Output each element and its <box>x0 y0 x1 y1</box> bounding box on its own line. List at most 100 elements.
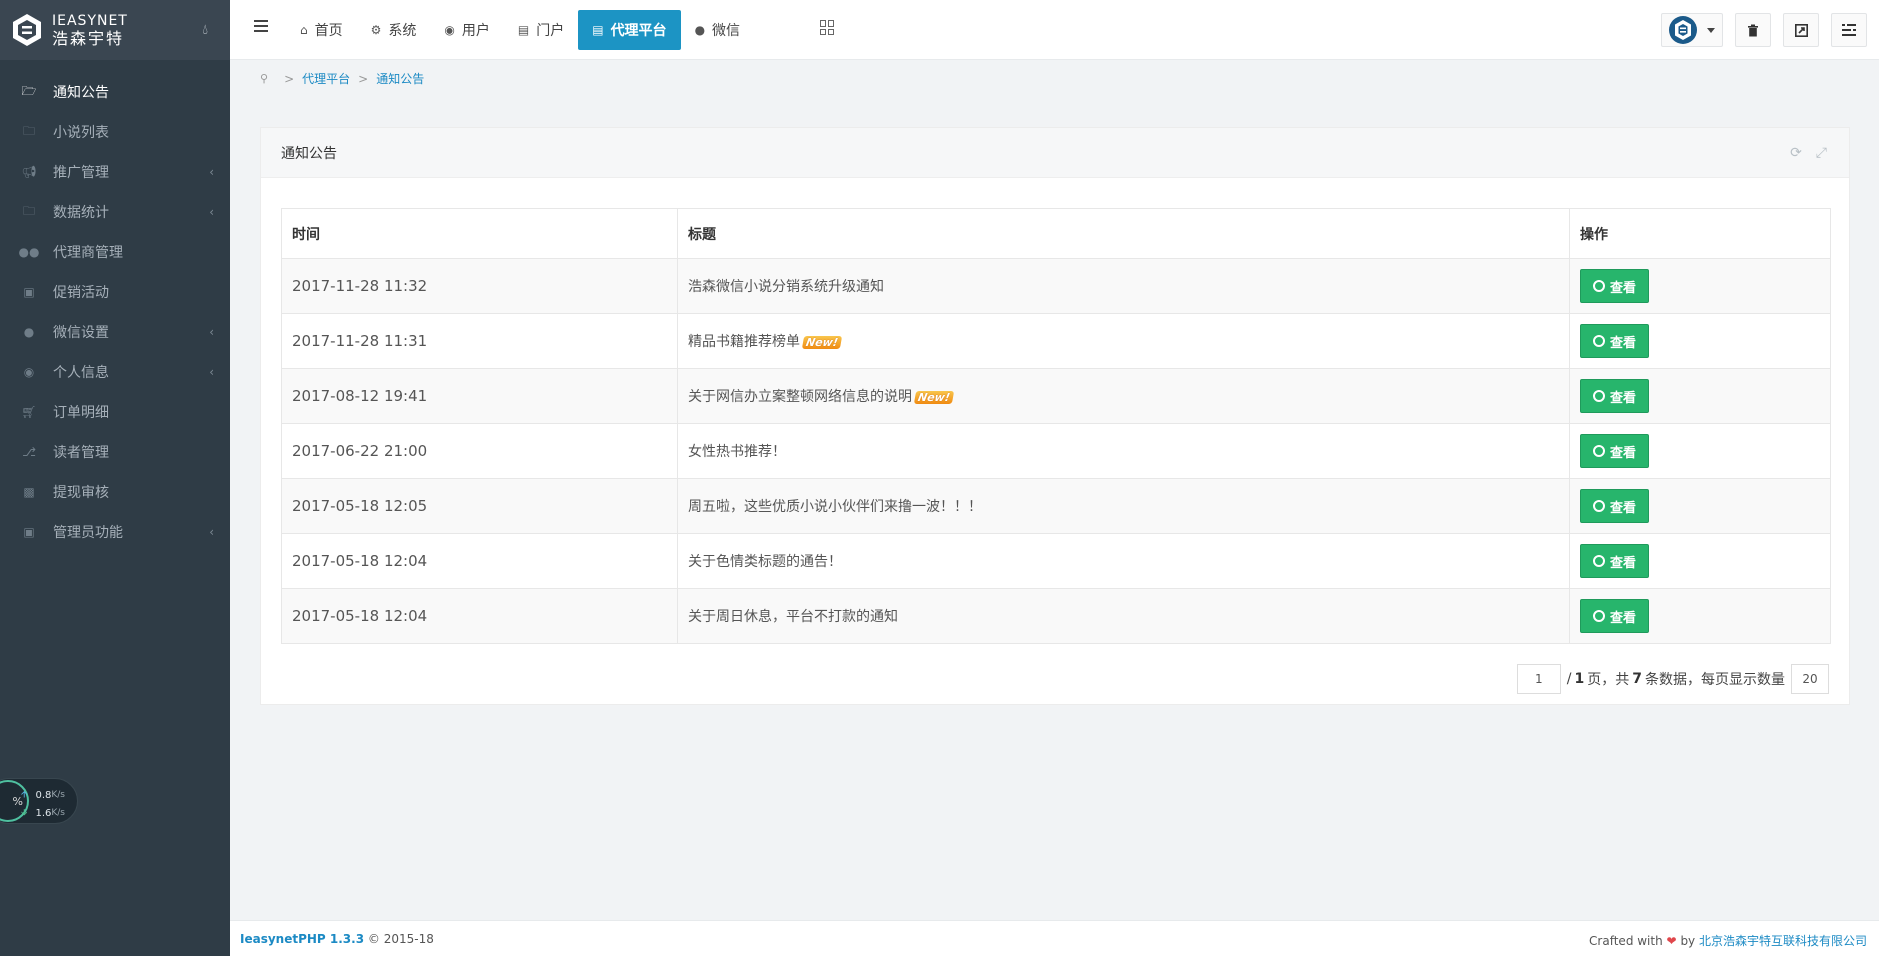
gear-icon: ⚙ <box>370 23 382 37</box>
check-circle-icon <box>1593 280 1605 292</box>
topnav-item-4[interactable]: ▤ 代理平台 <box>578 10 681 50</box>
topnav-item-1[interactable]: ⚙ 系统 <box>357 10 431 50</box>
open-site-button[interactable] <box>1783 13 1819 47</box>
topnav-item-label: 用户 <box>461 23 490 39</box>
notice-actions: 查看 <box>1569 478 1831 534</box>
sidebar-item-8[interactable]: 🛒︎ 订单明细 <box>0 392 230 432</box>
wechat-icon: ● <box>694 23 706 37</box>
notice-actions: 查看 <box>1569 258 1831 314</box>
breadcrumb-item-notices[interactable]: 通知公告 <box>376 70 424 87</box>
panel-header: 通知公告 ⟳ ⤢ <box>261 128 1849 178</box>
sidebar-item-1[interactable]: 🗀︎ 小说列表 <box>0 112 230 152</box>
refresh-icon[interactable]: ⟳ <box>1790 145 1802 161</box>
apps-grid-icon[interactable] <box>820 20 835 35</box>
sidebar-item-9[interactable]: ⎇ 读者管理 <box>0 432 230 472</box>
home-icon: ⌂ <box>300 23 308 37</box>
sidebar-item-label: 读者管理 <box>53 445 109 461</box>
toolbar-right <box>1649 13 1867 47</box>
sidebar-item-4[interactable]: ●● 代理商管理 <box>0 232 230 272</box>
view-button-label: 查看 <box>1610 500 1637 516</box>
topnav-item-label: 首页 <box>314 23 343 39</box>
brand[interactable]: IEASYNET 浩森宇特 💧︎ <box>0 0 230 60</box>
notice-actions: 查看 <box>1569 533 1831 589</box>
chevron-down-icon <box>1707 27 1715 33</box>
sidebar: IEASYNET 浩森宇特 💧︎ 🗁︎ 通知公告 🗀︎ 小说列表 📢︎ 推广管理 ‹ 🗀︎ 数据… <box>0 0 230 956</box>
topnav-item-2[interactable]: ◉ 用户 <box>430 10 503 50</box>
notice-actions: 查看 <box>1569 313 1831 369</box>
cart-icon: 🛒︎ <box>21 405 37 419</box>
topnav-item-0[interactable]: ⌂ 首页 <box>286 10 357 50</box>
table-header-row: 时间 标题 操作 <box>281 208 1831 259</box>
view-button[interactable]: 查看 <box>1580 269 1650 303</box>
pager-total-records: 7 <box>1632 671 1642 687</box>
brand-name-en: IEASYNET <box>52 13 128 29</box>
topnav-item-3[interactable]: ▤ 门户 <box>504 10 578 50</box>
breadcrumb-item-agent-platform[interactable]: 代理平台 <box>302 70 350 87</box>
chevron-left-icon: ‹ <box>209 205 214 219</box>
view-button[interactable]: 查看 <box>1580 489 1650 523</box>
bullhorn-icon: 📢︎ <box>21 165 37 179</box>
map-marker-icon[interactable]: ⚲ <box>260 72 268 85</box>
money-icon: ▩ <box>23 485 35 499</box>
gift-icon: ▣ <box>23 285 35 299</box>
sidebar-item-label: 推广管理 <box>53 165 109 181</box>
sidebar-item-6[interactable]: ● 微信设置 ‹ <box>0 312 230 352</box>
sidebar-item-5[interactable]: ▣ 促销活动 <box>0 272 230 312</box>
sidebar-item-10[interactable]: ▩ 提现审核 <box>0 472 230 512</box>
sidebar-item-label: 小说列表 <box>53 125 109 141</box>
sidebar-item-label: 促销活动 <box>53 285 109 301</box>
page-number-input[interactable]: 1 <box>1516 664 1561 694</box>
network-monitor[interactable]: % 🡩 0.8 K/s 🡫 1.6 K/s <box>0 778 78 824</box>
topnav-item-5[interactable]: ● 微信 <box>681 10 754 50</box>
view-button-label: 查看 <box>1610 445 1637 461</box>
sidebar-item-7[interactable]: ◉ 个人信息 ‹ <box>0 352 230 392</box>
view-button[interactable]: 查看 <box>1580 379 1650 413</box>
notice-actions: 查看 <box>1569 368 1831 424</box>
user-icon: ◉ <box>23 365 35 379</box>
notice-title: 女性热书推荐！ <box>688 444 786 460</box>
view-button[interactable]: 查看 <box>1580 599 1650 633</box>
notice-time: 2017-11-28 11:32 <box>281 258 678 314</box>
view-button-label: 查看 <box>1610 390 1637 406</box>
chevron-left-icon: ‹ <box>209 325 214 339</box>
sidebar-item-0[interactable]: 🗁︎ 通知公告 <box>0 72 230 112</box>
pager-total-pages: 1 <box>1574 671 1585 687</box>
settings-panel-button[interactable] <box>1831 13 1867 47</box>
view-button-label: 查看 <box>1610 610 1637 626</box>
user-menu-button[interactable] <box>1661 13 1723 47</box>
theme-drop-icon[interactable]: 💧︎ <box>202 22 208 38</box>
page-size-input[interactable]: 20 <box>1791 664 1829 694</box>
sidebar-item-2[interactable]: 📢︎ 推广管理 ‹ <box>0 152 230 192</box>
upload-speed-value: 0.8 <box>35 789 52 801</box>
footer-crafted-text: Crafted with <box>1589 934 1663 948</box>
fullscreen-icon[interactable]: ⤢ <box>1816 145 1827 161</box>
menu-toggle-icon[interactable] <box>254 20 268 34</box>
topnav-item-label: 系统 <box>388 23 417 39</box>
id-card-icon: ▤ <box>592 23 604 37</box>
upload-speed: 🡩 0.8 K/s <box>21 787 65 803</box>
notice-time: 2017-05-18 12:04 <box>281 588 678 644</box>
notice-title-cell: 关于网信办立案整顿网络信息的说明 New! <box>677 368 1570 424</box>
sidebar-item-11[interactable]: ▣ 管理员功能 ‹ <box>0 512 230 552</box>
topnav-item-label: 微信 <box>712 23 741 39</box>
view-button[interactable]: 查看 <box>1580 434 1650 468</box>
brand-name-cn: 浩森宇特 <box>52 29 125 48</box>
trash-icon <box>1748 24 1758 36</box>
new-badge: New! <box>913 391 955 404</box>
clear-cache-button[interactable] <box>1735 13 1771 47</box>
wechat-icon: ● <box>23 325 35 339</box>
footer-company-link[interactable]: 北京浩森宇特互联科技有限公司 <box>1699 934 1867 948</box>
breadcrumb: ⚲ > 代理平台 > 通知公告 <box>260 70 424 87</box>
notice-title-cell: 精品书籍推荐榜单 New! <box>677 313 1570 369</box>
column-header-time[interactable]: 时间 <box>281 208 678 259</box>
user-icon: ◉ <box>444 23 455 37</box>
notice-title-cell: 女性热书推荐！ <box>677 423 1570 479</box>
sidebar-item-3[interactable]: 🗀︎ 数据统计 ‹ <box>0 192 230 232</box>
arrow-up-icon: 🡩 <box>21 790 28 800</box>
column-header-title[interactable]: 标题 <box>677 208 1570 259</box>
view-button[interactable]: 查看 <box>1580 324 1650 358</box>
view-button[interactable]: 查看 <box>1580 544 1650 578</box>
footer-app-link[interactable]: IeasynetPHP 1.3.3 <box>240 932 364 946</box>
check-circle-icon <box>1593 500 1605 512</box>
topnav-item-label: 门户 <box>536 23 565 39</box>
